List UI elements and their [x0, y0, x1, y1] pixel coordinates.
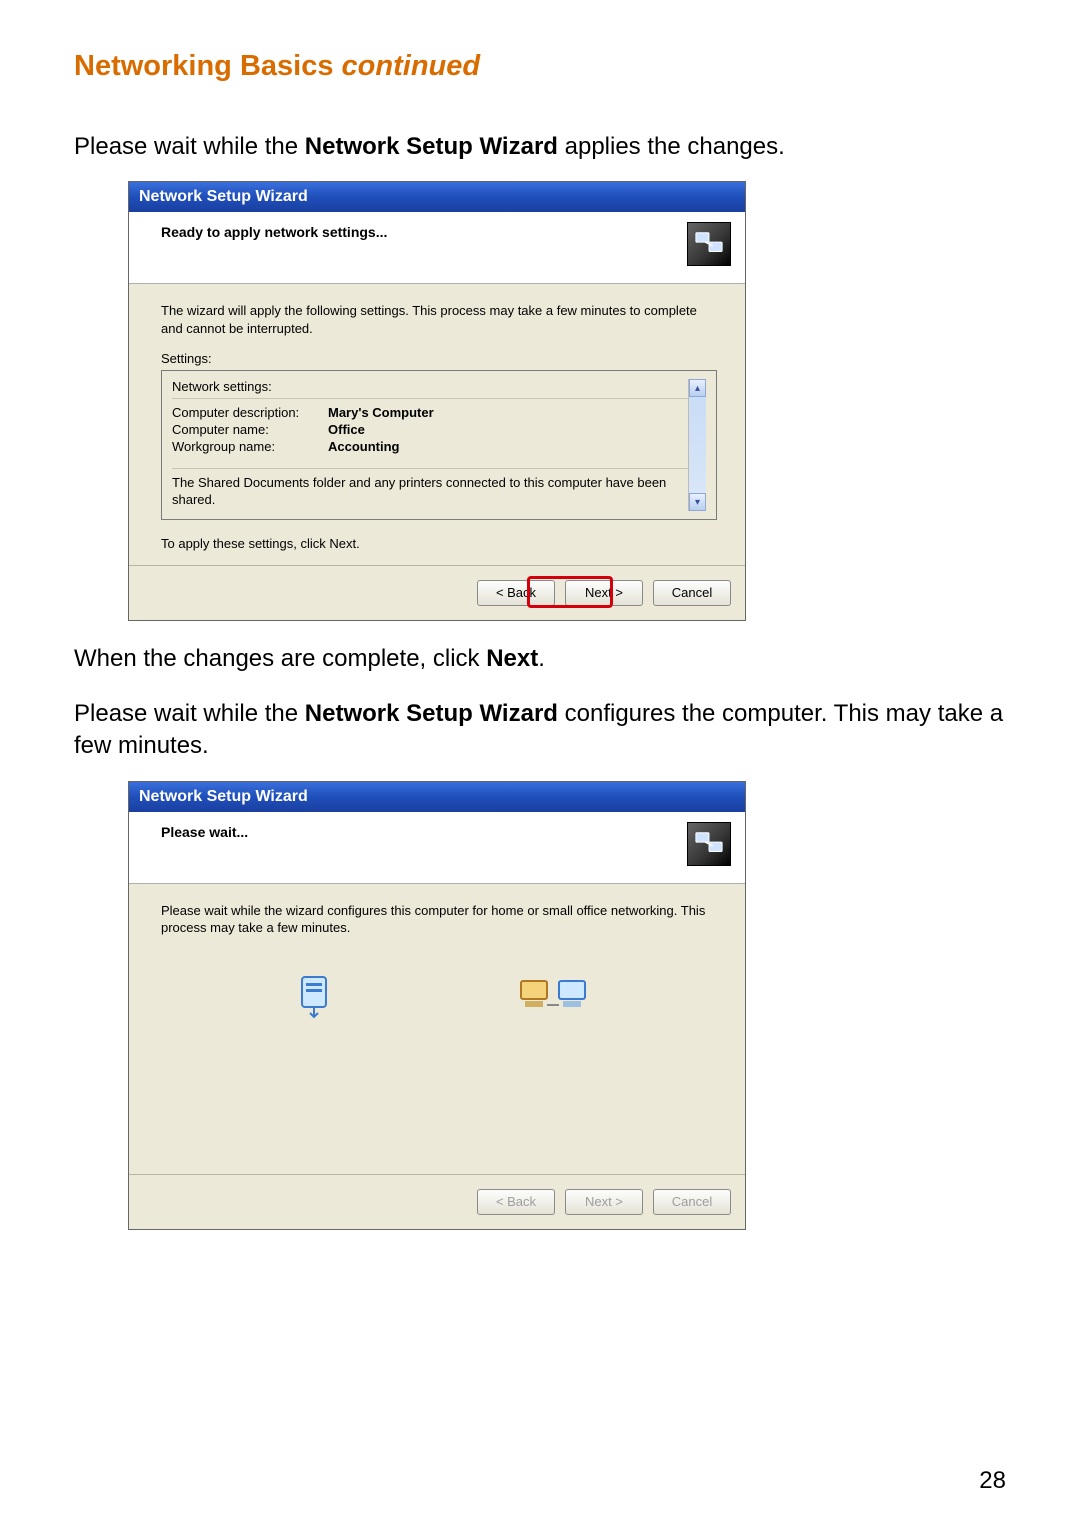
para1-bold: Network Setup Wizard	[305, 133, 558, 160]
scroll-up-icon[interactable]: ▴	[689, 379, 706, 397]
setting-row-name: Computer name: Office	[172, 422, 688, 437]
setting-key: Computer name:	[172, 422, 328, 437]
paragraph-intro-1: Please wait while the Network Setup Wiza…	[74, 131, 1006, 163]
section-heading: Networking Basics continued	[74, 50, 1006, 83]
cancel-button-label: Cancel	[672, 585, 712, 600]
wizard-header: Ready to apply network settings...	[129, 212, 745, 284]
para1-pre: Please wait while the	[74, 133, 305, 160]
titlebar: Network Setup Wizard	[129, 782, 745, 812]
heading-continued: continued	[342, 50, 481, 82]
settings-listbox: Network settings: Computer description: …	[161, 370, 717, 520]
scroll-track[interactable]	[689, 397, 706, 493]
paragraph-3: Please wait while the Network Setup Wiza…	[74, 698, 1006, 763]
titlebar-text: Network Setup Wizard	[139, 188, 308, 205]
titlebar-text: Network Setup Wizard	[139, 788, 308, 805]
para2-pre: When the changes are complete, click	[74, 645, 486, 672]
scroll-down-icon[interactable]: ▾	[689, 493, 706, 511]
paragraph-2: When the changes are complete, click Nex…	[74, 643, 1006, 675]
wizard-body: The wizard will apply the following sett…	[129, 284, 745, 565]
heading-text: Networking Basics	[74, 50, 333, 82]
settings-label: Settings:	[161, 351, 717, 366]
settings-subhead: Network settings:	[172, 379, 688, 399]
para3-bold: Network Setup Wizard	[305, 700, 558, 727]
wizard-body-text: Please wait while the wizard configures …	[161, 902, 717, 937]
para2-post: .	[538, 645, 545, 672]
setting-key: Computer description:	[172, 405, 328, 420]
highlight-next-button	[527, 576, 613, 608]
setting-row-description: Computer description: Mary's Computer	[172, 405, 688, 420]
button-row: < Back Next > Cancel	[129, 1174, 745, 1229]
cancel-button[interactable]: Cancel	[653, 580, 731, 606]
setting-value: Mary's Computer	[328, 405, 434, 420]
wizard-header-title: Ready to apply network settings...	[161, 224, 387, 240]
wizard-body: Please wait while the wizard configures …	[129, 884, 745, 1174]
para3-pre: Please wait while the	[74, 700, 305, 727]
apply-note: To apply these settings, click Next.	[161, 536, 717, 551]
computers-network-icon	[517, 971, 589, 1021]
page-number: 28	[979, 1467, 1006, 1495]
wizard-body-text: The wizard will apply the following sett…	[161, 302, 717, 337]
wizard-header-title: Please wait...	[161, 824, 248, 840]
wizard-dialog-2: Network Setup Wizard Please wait... Plea…	[128, 781, 746, 1230]
setting-row-workgroup: Workgroup name: Accounting	[172, 439, 688, 454]
para1-post: applies the changes.	[558, 133, 785, 160]
settings-footnote: The Shared Documents folder and any prin…	[172, 468, 688, 509]
network-computers-icon	[687, 822, 731, 866]
cancel-button-label: Cancel	[672, 1194, 712, 1209]
back-button: < Back	[477, 1189, 555, 1215]
back-button-label: < Back	[496, 1194, 536, 1209]
network-computers-icon	[687, 222, 731, 266]
wizard-header: Please wait...	[129, 812, 745, 884]
cancel-button: Cancel	[653, 1189, 731, 1215]
setting-value: Accounting	[328, 439, 400, 454]
next-button-label: Next >	[585, 1194, 623, 1209]
setting-key: Workgroup name:	[172, 439, 328, 454]
next-button: Next >	[565, 1189, 643, 1215]
scrollbar[interactable]: ▴ ▾	[688, 379, 706, 511]
para2-bold: Next	[486, 645, 538, 672]
wizard-dialog-1: Network Setup Wizard Ready to apply netw…	[128, 181, 746, 621]
progress-animation	[201, 971, 677, 1021]
file-transfer-icon	[290, 971, 340, 1021]
button-row: < Back Next > Cancel	[129, 565, 745, 620]
setting-value: Office	[328, 422, 365, 437]
titlebar: Network Setup Wizard	[129, 182, 745, 212]
